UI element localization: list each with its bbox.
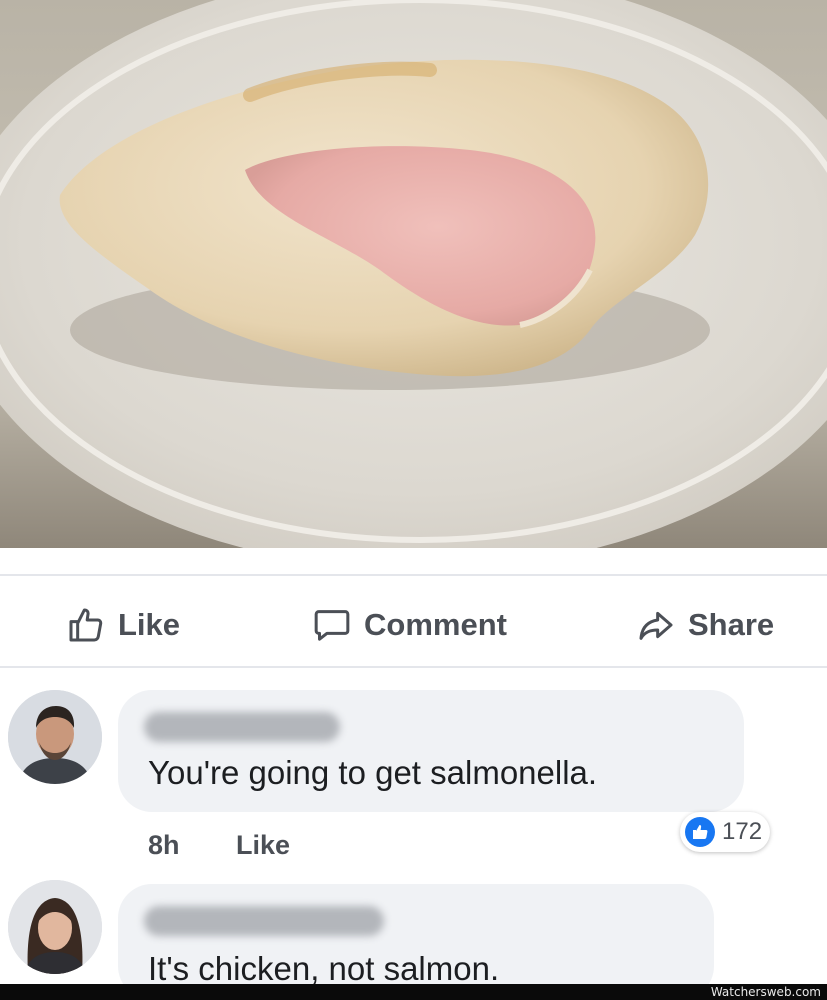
thumbs-up-icon: [69, 608, 103, 642]
reaction-count: 172: [722, 818, 763, 845]
share-button[interactable]: Share: [636, 592, 774, 658]
reply-comment-bubble[interactable]: It's chicken, not salmon.: [118, 884, 714, 1000]
blurred-replier-name[interactable]: [144, 906, 384, 936]
comment-bubble[interactable]: You're going to get salmonella.: [118, 690, 744, 812]
action-bar-top-divider: [0, 574, 827, 576]
share-button-label: Share: [688, 607, 775, 642]
comment-like-link[interactable]: Like: [236, 830, 290, 861]
share-arrow-icon: [639, 611, 673, 640]
man-avatar-icon: [8, 690, 102, 784]
commenter-avatar-woman[interactable]: [8, 880, 102, 974]
comment-text: You're going to get salmonella.: [148, 754, 598, 791]
comment-button[interactable]: Comment: [312, 592, 507, 658]
comment-timestamp[interactable]: 8h: [148, 830, 180, 861]
chicken-plate-image: [0, 0, 827, 548]
speech-bubble-icon: [314, 610, 350, 641]
like-button-label: Like: [118, 607, 181, 642]
like-reaction-icon: [685, 817, 715, 847]
reply-comment-text: It's chicken, not salmon.: [148, 950, 500, 987]
comment-reaction-badge[interactable]: 172: [680, 812, 771, 852]
woman-avatar-icon: [8, 880, 102, 974]
watermark-text: Watchersweb.com: [710, 985, 821, 999]
action-bar-bottom-divider: [0, 666, 827, 668]
post-action-bar: Like Comment Share: [0, 592, 827, 658]
commenter-avatar-man[interactable]: [8, 690, 102, 784]
blurred-commenter-name[interactable]: [144, 712, 340, 742]
comment-button-label: Comment: [364, 607, 507, 642]
post-photo[interactable]: [0, 0, 827, 548]
watermark-bar: Watchersweb.com: [0, 984, 827, 1000]
like-button[interactable]: Like: [66, 592, 180, 658]
